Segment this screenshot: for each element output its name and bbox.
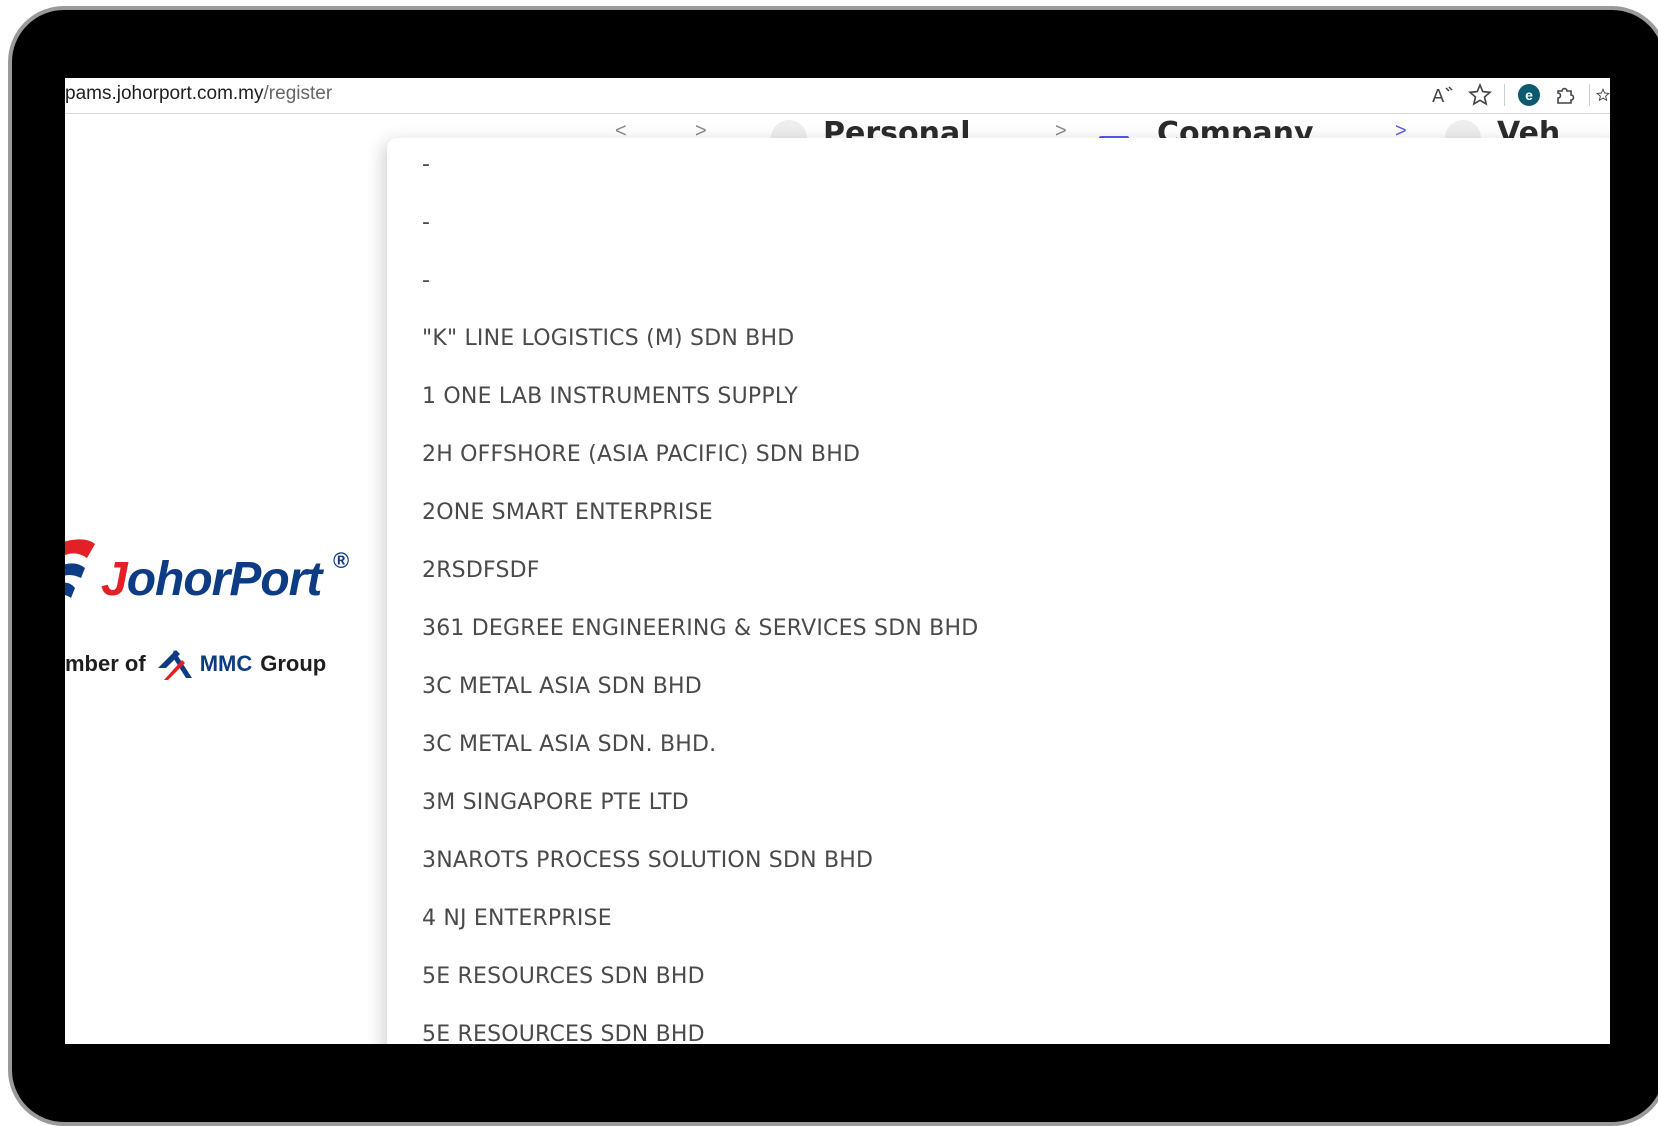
dropdown-option[interactable]: - [387,138,1610,194]
url-text[interactable]: pams.johorport.com.my/register [65,83,332,105]
member-prefix: mber of [65,651,146,676]
logo-wordmark: JohorPort [101,552,323,607]
member-brand: MMC [199,651,253,676]
svg-text:A: A [1432,86,1445,105]
johorport-logo: JohorPort ® mber of MMC Group [65,538,365,688]
dropdown-option[interactable]: 3M SINGAPORE PTE LTD [387,774,1610,832]
dropdown-option[interactable]: 5E RESOURCES SDN BHD [387,1006,1610,1044]
dropdown-option[interactable]: 2H OFFSHORE (ASIA PACIFIC) SDN BHD [387,426,1610,484]
logo-letter-j: J [101,553,128,606]
member-of-mmc: mber of MMC Group [65,646,326,682]
url-host: pams.johorport.com.my [65,83,264,104]
dropdown-option[interactable]: 3C METAL ASIA SDN. BHD. [387,716,1610,774]
company-dropdown-list[interactable]: - - - "K" LINE LOGISTICS (M) SDN BHD 1 ONE L… [387,138,1610,1044]
logo-word-rest: ohorPort [126,553,323,606]
dropdown-option[interactable]: 3NAROTS PROCESS SOLUTION SDN BHD [387,832,1610,890]
address-bar[interactable]: pams.johorport.com.my/register A e [65,78,1610,114]
extension-badge-icon[interactable]: e [1511,80,1547,110]
dropdown-option[interactable]: 2RSDFSDF [387,542,1610,600]
dropdown-option[interactable]: 5E RESOURCES SDN BHD [387,948,1610,1006]
url-path: /register [263,83,333,104]
dropdown-option[interactable]: 3C METAL ASIA SDN BHD [387,658,1610,716]
dropdown-option[interactable]: 4 NJ ENTERPRISE [387,890,1610,948]
favorites-icon[interactable] [1596,80,1610,110]
extensions-puzzle-icon[interactable] [1547,80,1583,110]
logo-swoosh-icon [65,539,95,598]
toolbar-divider [1589,84,1590,106]
browser-toolbar: A e [1426,80,1610,110]
member-suffix: Group [260,651,327,676]
dropdown-option[interactable]: - [387,252,1610,310]
read-aloud-icon[interactable]: A [1426,80,1462,110]
browser-screen: pams.johorport.com.my/register A e < > P… [65,78,1610,1044]
dropdown-option[interactable]: 1 ONE LAB INSTRUMENTS SUPPLY [387,368,1610,426]
dropdown-option[interactable]: - [387,194,1610,252]
dropdown-option[interactable]: 361 DEGREE ENGINEERING & SERVICES SDN BH… [387,600,1610,658]
favorite-star-icon[interactable] [1462,80,1498,110]
dropdown-option[interactable]: 2ONE SMART ENTERPRISE [387,484,1610,542]
registered-mark: ® [333,548,350,573]
mmc-logo-icon [157,650,192,680]
dropdown-option[interactable]: "K" LINE LOGISTICS (M) SDN BHD [387,310,1610,368]
toolbar-divider [1504,84,1505,106]
